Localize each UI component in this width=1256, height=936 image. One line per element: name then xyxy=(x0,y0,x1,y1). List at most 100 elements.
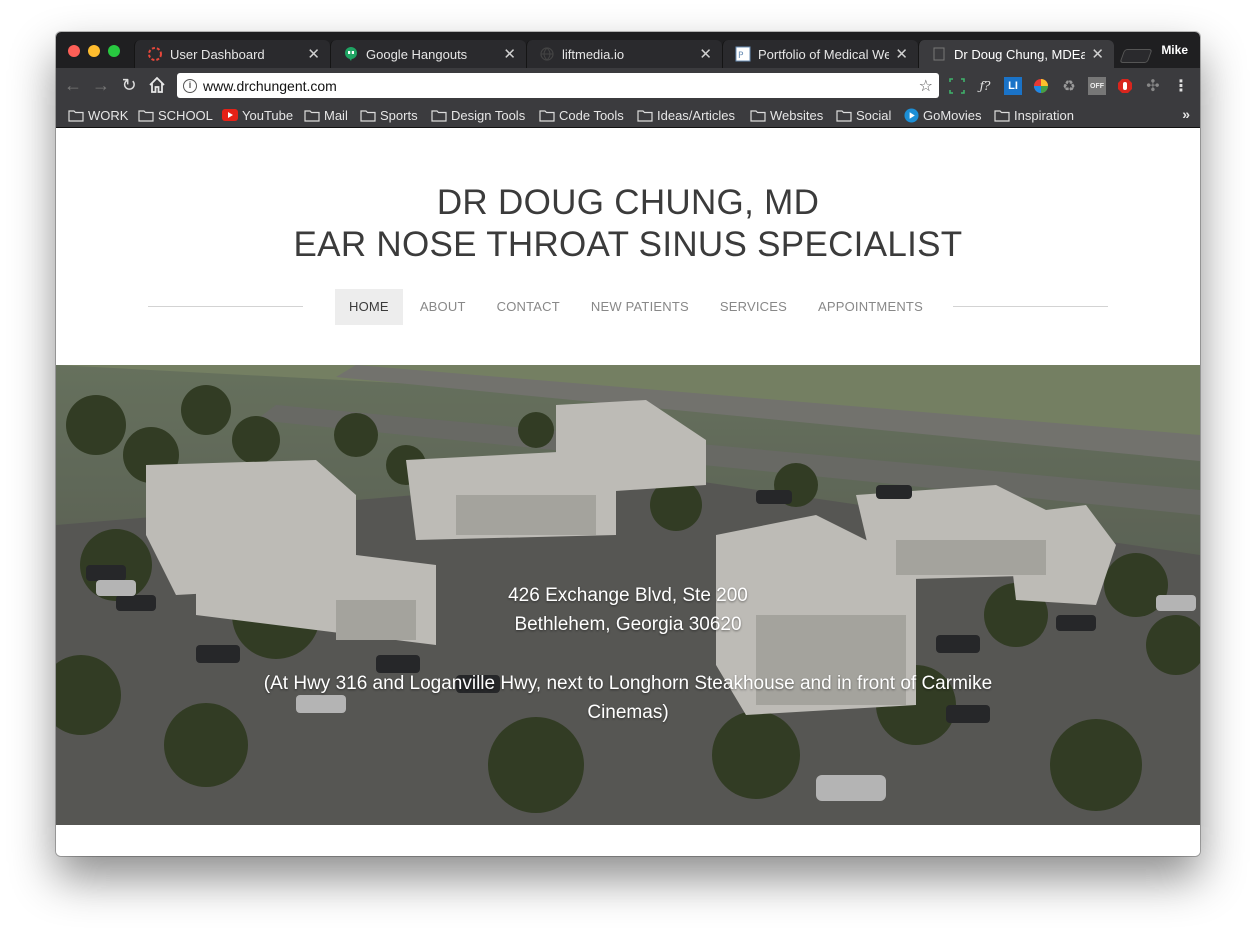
arrow-right-icon: → xyxy=(92,75,110,95)
screenshot-extension-icon[interactable] xyxy=(948,77,966,95)
main-navigation: HOME ABOUT CONTACT NEW PATIENTS SERVICES… xyxy=(335,289,940,325)
bookmark-label: Ideas/Articles xyxy=(657,107,736,123)
site-title[interactable]: DR DOUG CHUNG, MD EAR NOSE THROAT SINUS … xyxy=(56,182,1200,266)
zoom-window-button[interactable] xyxy=(108,45,120,57)
bookmark-youtube[interactable]: YouTube xyxy=(222,107,293,123)
browser-toolbar: ← → ↻ i www.drchungent.com ☆ ƒ? LI ♻ OFF… xyxy=(56,68,1200,102)
nav-item-appointments[interactable]: APPOINTMENTS xyxy=(804,289,937,325)
home-button[interactable] xyxy=(146,74,168,96)
hero-address: 426 Exchange Blvd, Ste 200 Bethlehem, Ge… xyxy=(56,581,1200,639)
hangouts-icon xyxy=(343,46,359,62)
nav-item-about[interactable]: ABOUT xyxy=(406,289,480,325)
close-icon[interactable]: ✕ xyxy=(307,45,320,63)
info-icon[interactable]: i xyxy=(183,78,197,93)
folder-icon xyxy=(68,109,84,122)
bookmark-ideas-articles[interactable]: Ideas/Articles xyxy=(637,107,735,123)
bookmark-label: Design Tools xyxy=(451,107,526,123)
bookmark-work[interactable]: WORK xyxy=(68,107,128,123)
bookmarks-overflow-button[interactable]: » xyxy=(1182,106,1190,122)
browser-window: User Dashboard ✕ Google Hangouts ✕ liftm… xyxy=(56,32,1200,856)
adblock-extension-icon[interactable] xyxy=(1116,77,1134,95)
close-icon[interactable]: ✕ xyxy=(895,45,908,63)
hero-directions: (At Hwy 316 and Loganville Hwy, next to … xyxy=(263,673,993,723)
linkedin-extension-icon[interactable]: LI xyxy=(1004,77,1022,95)
tab-google-hangouts[interactable]: Google Hangouts ✕ xyxy=(330,40,526,68)
bookmark-label: GoMovies xyxy=(923,107,982,123)
bookmark-label: SCHOOL xyxy=(158,107,213,123)
address-line1: 426 Exchange Blvd, Ste 200 xyxy=(508,585,748,606)
bookmark-label: Websites xyxy=(770,107,824,123)
home-icon xyxy=(149,76,165,93)
bookmark-label: YouTube xyxy=(242,107,294,123)
color-picker-extension-icon[interactable] xyxy=(1032,77,1050,95)
hero-banner: 426 Exchange Blvd, Ste 200 Bethlehem, Ge… xyxy=(56,365,1200,825)
forward-button[interactable]: → xyxy=(90,74,112,96)
folder-icon xyxy=(431,109,447,122)
folder-icon xyxy=(304,109,320,122)
tab-liftmedia[interactable]: liftmedia.io ✕ xyxy=(526,40,722,68)
close-icon[interactable]: ✕ xyxy=(699,45,712,63)
dimensions-extension-icon[interactable]: ✣ xyxy=(1144,77,1162,95)
close-window-button[interactable] xyxy=(68,45,80,57)
youtube-icon xyxy=(222,109,238,121)
menu-icon[interactable]: ⋮ xyxy=(1172,77,1190,95)
bookmark-star-icon[interactable]: ☆ xyxy=(919,76,933,96)
fonts-extension-icon[interactable]: ƒ? xyxy=(976,77,994,95)
nav-item-contact[interactable]: CONTACT xyxy=(483,289,574,325)
tab-user-dashboard[interactable]: User Dashboard ✕ xyxy=(134,40,330,68)
bookmark-websites[interactable]: Websites xyxy=(750,107,823,123)
reload-button[interactable]: ↻ xyxy=(118,74,140,96)
recycle-extension-icon[interactable]: ♻ xyxy=(1060,77,1078,95)
bookmark-social[interactable]: Social xyxy=(836,107,891,123)
bookmark-label: Mail xyxy=(324,107,348,123)
off-extension-icon[interactable]: OFF xyxy=(1088,77,1106,95)
bookmark-inspiration[interactable]: Inspiration xyxy=(994,107,1074,123)
tab-strip: User Dashboard ✕ Google Hangouts ✕ liftm… xyxy=(56,32,1200,68)
bookmark-school[interactable]: SCHOOL xyxy=(138,107,213,123)
nav-item-home[interactable]: HOME xyxy=(335,289,403,325)
nav-item-services[interactable]: SERVICES xyxy=(706,289,801,325)
bookmark-design-tools[interactable]: Design Tools xyxy=(431,107,525,123)
globe-icon xyxy=(539,46,555,62)
folder-icon xyxy=(360,109,376,122)
arrow-left-icon: ← xyxy=(64,75,82,95)
address-bar[interactable]: i www.drchungent.com ☆ xyxy=(177,73,939,98)
bookmark-label: Inspiration xyxy=(1014,107,1074,123)
tab-title: Google Hangouts xyxy=(366,46,468,62)
address-line2: Bethlehem, Georgia 30620 xyxy=(514,614,742,635)
bookmark-label: Code Tools xyxy=(559,107,624,123)
url-text[interactable]: www.drchungent.com xyxy=(203,78,919,94)
folder-icon xyxy=(539,109,555,122)
tab-title: Portfolio of Medical Web xyxy=(758,46,890,62)
svg-text:P: P xyxy=(738,51,744,61)
profile-name[interactable]: Mike xyxy=(1161,43,1188,57)
bookmark-label: Sports xyxy=(380,107,418,123)
new-tab-button[interactable] xyxy=(1119,49,1153,63)
back-button[interactable]: ← xyxy=(62,74,84,96)
reload-icon: ↻ xyxy=(121,75,137,95)
close-icon[interactable]: ✕ xyxy=(503,45,516,63)
folder-icon xyxy=(637,109,653,122)
bookmark-gomovies[interactable]: GoMovies xyxy=(904,107,982,123)
tab-portfolio[interactable]: P Portfolio of Medical Web ✕ xyxy=(722,40,918,68)
nav-divider-right xyxy=(953,306,1108,307)
bookmarks-bar: WORK SCHOOL YouTube Mail Sports Design T… xyxy=(56,102,1200,128)
bookmark-sports[interactable]: Sports xyxy=(360,107,418,123)
nav-item-new-patients[interactable]: NEW PATIENTS xyxy=(577,289,703,325)
portfolio-icon: P xyxy=(735,46,751,62)
nav-divider-left xyxy=(148,306,303,307)
minimize-window-button[interactable] xyxy=(88,45,100,57)
folder-icon xyxy=(836,109,852,122)
bookmark-code-tools[interactable]: Code Tools xyxy=(539,107,624,123)
site-title-line1: DR DOUG CHUNG, MD xyxy=(436,183,820,222)
page-icon xyxy=(931,46,947,62)
tab-title: Dr Doug Chung, MDEar N xyxy=(954,46,1086,62)
bookmark-mail[interactable]: Mail xyxy=(304,107,348,123)
gomovies-icon xyxy=(904,107,919,123)
tab-dr-chung[interactable]: Dr Doug Chung, MDEar N ✕ xyxy=(918,40,1114,68)
tab-title: liftmedia.io xyxy=(562,46,625,62)
close-icon[interactable]: ✕ xyxy=(1091,45,1104,63)
site-title-line2: EAR NOSE THROAT SINUS SPECIALIST xyxy=(293,225,963,264)
web-page: DR DOUG CHUNG, MD EAR NOSE THROAT SINUS … xyxy=(56,128,1200,856)
bookmark-label: Social xyxy=(856,107,892,123)
